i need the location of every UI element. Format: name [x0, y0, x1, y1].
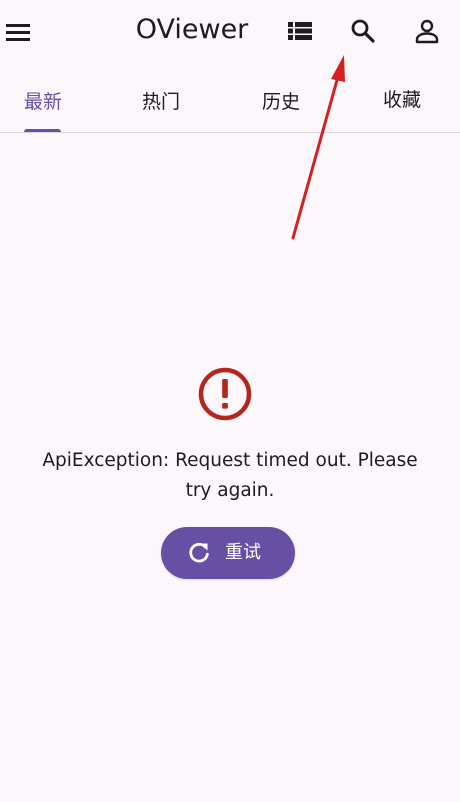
- tab-popular[interactable]: 热门: [115, 74, 215, 131]
- account-icon: [415, 19, 439, 44]
- tab-label: 最新: [24, 91, 63, 113]
- tab-latest[interactable]: 最新: [0, 74, 85, 132]
- app-bar: OViewer: [0, 0, 460, 62]
- tab-label: 收藏: [383, 89, 422, 111]
- list-view-icon: [288, 22, 312, 40]
- app-title: OViewer: [135, 14, 249, 45]
- error-message: ApiException: Request timed out. Please …: [42, 450, 418, 501]
- search-button[interactable]: [343, 11, 383, 51]
- tab-indicator: [24, 129, 61, 132]
- tab-bar: 最新 热门 历史 收藏: [0, 74, 460, 133]
- list-view-button[interactable]: [280, 11, 320, 51]
- menu-icon: [6, 24, 30, 41]
- tab-favorites[interactable]: 收藏: [355, 74, 455, 131]
- retry-label: 重试: [225, 542, 261, 563]
- menu-button[interactable]: [2, 14, 34, 50]
- error-icon: [198, 367, 252, 421]
- refresh-icon: [189, 542, 209, 563]
- tab-history[interactable]: 历史: [235, 74, 335, 131]
- tab-label: 历史: [262, 91, 301, 113]
- search-icon: [351, 19, 375, 43]
- account-button[interactable]: [407, 11, 447, 51]
- retry-button[interactable]: 重试: [161, 527, 295, 579]
- tab-label: 热门: [142, 91, 181, 113]
